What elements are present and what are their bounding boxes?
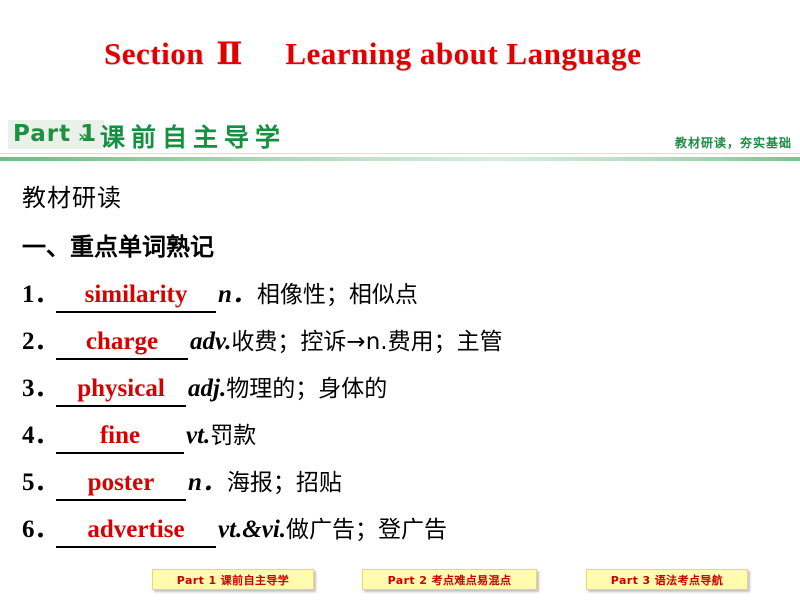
definition-text: 做广告；登广告: [286, 517, 448, 543]
footer-navigation: Part 1 课前自主导学 Part 2 考点难点易混点 Part 3 语法考点…: [0, 569, 800, 593]
list-item: 5． poster n． 海报；招贴: [22, 462, 782, 509]
definition-text: 罚款: [210, 423, 257, 449]
definition-text: 海报；招贴: [226, 470, 342, 496]
answer-blank[interactable]: fine: [56, 422, 184, 454]
answer-blank[interactable]: charge: [56, 328, 188, 360]
answer-blank[interactable]: poster: [56, 469, 186, 501]
item-number: 5．: [22, 469, 60, 496]
part-of-speech: vt.: [186, 422, 211, 449]
part-title-label: 课前自主导学: [100, 123, 287, 152]
nav-button-part-2[interactable]: Part 2 考点难点易混点: [362, 569, 537, 590]
page-title: Section Ⅱ Learning about Language: [104, 36, 641, 72]
definition-text: 相像性；相似点: [256, 282, 418, 308]
definition-text: 物理的；身体的: [226, 376, 388, 402]
part-tagline-label: 教材研读，夯实基础: [674, 136, 792, 150]
item-number: 4．: [22, 422, 60, 449]
banner-divider: [0, 157, 800, 161]
part-of-speech: n．: [218, 281, 257, 308]
section-subheading: 一、重点单词熟记: [22, 233, 214, 261]
answer-blank[interactable]: physical: [56, 375, 186, 407]
vocabulary-list: 1． similarity n． 相像性；相似点 2． charge adv. …: [22, 274, 782, 556]
part-of-speech: vt.&vi.: [218, 516, 287, 543]
page-title-main: Learning about Language: [285, 36, 642, 71]
page-title-roman-numeral: Ⅱ: [216, 36, 243, 72]
nav-button-part-3[interactable]: Part 3 语法考点导航: [586, 569, 748, 590]
answer-blank[interactable]: similarity: [56, 281, 216, 313]
double-chevron-right-icon: »: [78, 127, 89, 147]
list-item: 2． charge adv. 收费；控诉→n.费用；主管: [22, 321, 782, 368]
list-item: 4． fine vt. 罚款: [22, 415, 782, 462]
section-heading: 教材研读: [22, 184, 122, 212]
nav-button-part-1[interactable]: Part 1 课前自主导学: [152, 569, 314, 590]
part-of-speech: n．: [188, 469, 227, 496]
content-area: 教材研读 一、重点单词熟记 1． similarity n． 相像性；相似点 2…: [22, 178, 782, 556]
list-item: 3． physical adj. 物理的；身体的: [22, 368, 782, 415]
page-title-prefix: Section: [104, 36, 204, 71]
item-number: 1．: [22, 281, 60, 308]
item-number: 2．: [22, 328, 60, 355]
part-of-speech: adj.: [188, 375, 227, 402]
item-number: 3．: [22, 375, 60, 402]
banner-divider-thin: [0, 153, 800, 154]
part-of-speech: adv.: [190, 328, 232, 355]
part-number-chip: Part 1: [8, 120, 105, 150]
answer-blank[interactable]: advertise: [56, 516, 216, 548]
list-item: 6． advertise vt.&vi. 做广告；登广告: [22, 509, 782, 556]
definition-text: 收费；控诉→n.费用；主管: [231, 329, 503, 355]
item-number: 6．: [22, 516, 60, 543]
list-item: 1． similarity n． 相像性；相似点: [22, 274, 782, 321]
